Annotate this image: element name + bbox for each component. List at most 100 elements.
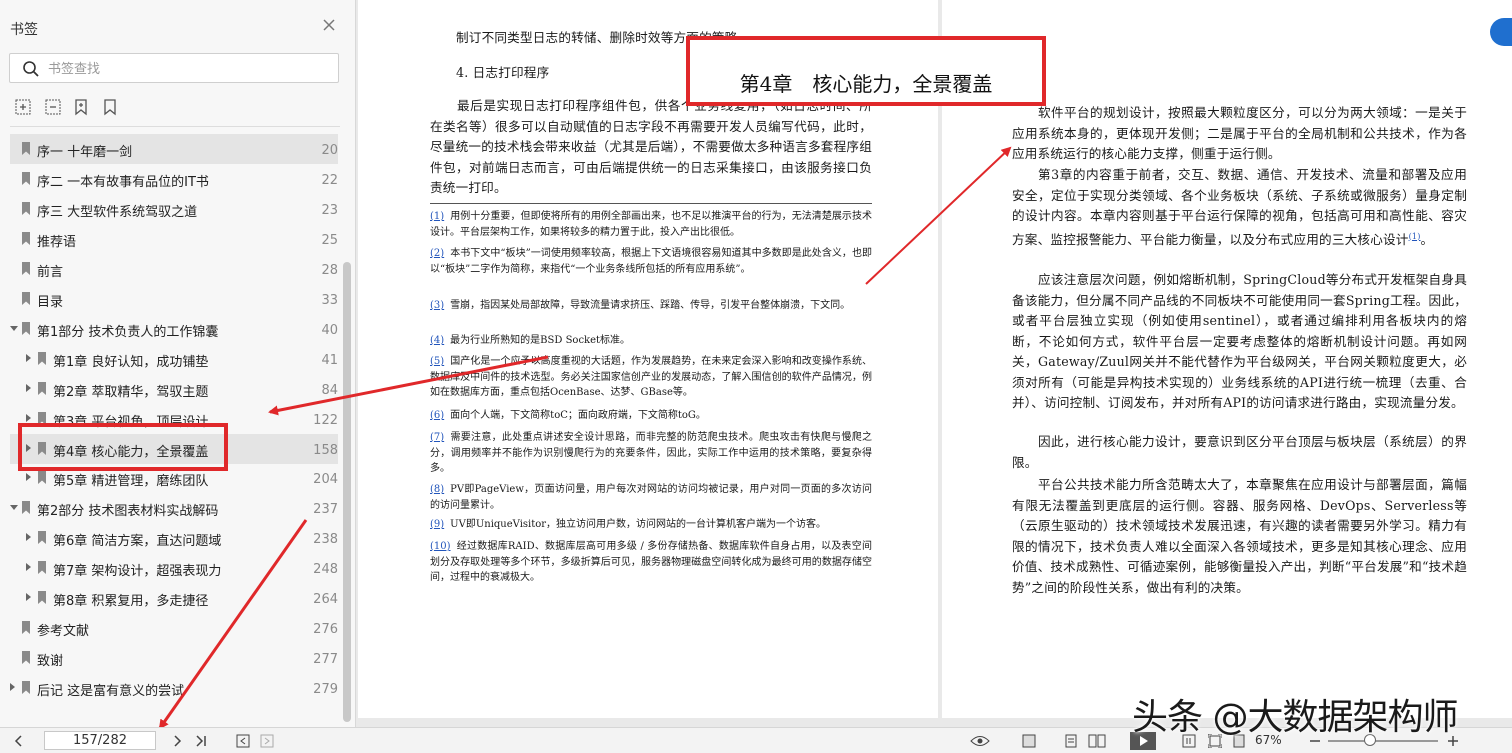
footnote-number-link[interactable]: (6) (430, 410, 444, 421)
footnote-text: 国产化是一个应予以高度重视的大话题，作为发展趋势，在未来定会深入影响和改变操作系… (430, 356, 872, 398)
collapse-arrow-icon[interactable] (10, 325, 18, 331)
watermark: 头条 @大数据架构师 (1132, 697, 1458, 738)
bookmark-search-box[interactable] (9, 53, 339, 83)
bookmark-item[interactable]: 第8章 积累复用，多走捷径 264 (10, 583, 338, 613)
footnote: (1) 用例十分重要，但即使将所有的用例全部画出来，也不足以推演平台的行为，无法清… (430, 209, 872, 240)
expand-all-icon[interactable] (14, 98, 32, 116)
bookmark-item[interactable]: 后记 这是富有意义的尝试 279 (10, 673, 338, 703)
bookmark-flag-icon (22, 291, 30, 305)
bookmark-label: 第2章 萃取精华，驾驭主题 (53, 384, 209, 400)
footnote-number-link[interactable]: (1) (430, 211, 444, 222)
forward-icon[interactable] (260, 734, 274, 748)
bookmark-page-number: 41 (321, 352, 338, 368)
footnote-text: 用例十分重要，但即使将所有的用例全部画出来，也不足以推演平台的行为，无法清楚展示… (430, 211, 872, 238)
bookmark-item[interactable]: 参考文献 276 (10, 613, 338, 643)
divider (10, 126, 340, 127)
expand-arrow-icon[interactable] (26, 353, 31, 362)
bookmark-item[interactable]: 第6章 简洁方案，直达问题域 238 (10, 523, 338, 553)
footnote: (6) 面向个人端，下文简称toC；面向政府端，下文简称toG。 (430, 408, 872, 424)
expand-arrow-icon[interactable] (26, 563, 31, 572)
footnote: (9) UV即UniqueVisitor，独立访问用户数，访问网站的一台计算机客户… (430, 517, 872, 533)
bookmark-item[interactable]: 序二 一本有故事有品位的IT书 22 (10, 164, 338, 194)
footnote-text: 最为行业所熟知的是BSD Socket标准。 (450, 335, 631, 346)
previous-page-icon[interactable] (12, 734, 26, 748)
paragraph: 平台公共技术能力所含范畴太大了，本章聚焦在应用设计与部署层面，篇幅有限无法覆盖到… (1012, 477, 1467, 595)
bookmark-page-number: 204 (313, 472, 338, 488)
bookmark-flag-icon (22, 171, 30, 185)
bookmark-label: 第6章 简洁方案，直达问题域 (53, 534, 222, 550)
bookmark-item[interactable]: 目录 33 (10, 284, 338, 314)
continuous-view-icon[interactable] (1064, 734, 1078, 748)
expand-arrow-icon[interactable] (26, 533, 31, 542)
expand-arrow-icon[interactable] (26, 593, 31, 602)
zoom-slider[interactable] (1328, 740, 1438, 742)
collapse-all-icon[interactable] (44, 98, 62, 116)
side-badge[interactable] (1490, 18, 1512, 46)
pdf-page-left: 制订不同类型日志的转储、删除时效等方面的策略。 4. 日志打印程序 最后是实现日… (358, 0, 938, 718)
page-number-field[interactable]: 157/282 (44, 731, 156, 750)
footnote-text: 面向个人端，下文简称toC；面向政府端，下文简称toG。 (450, 410, 706, 421)
bookmark-label: 序二 一本有故事有品位的IT书 (37, 174, 209, 190)
bookmark-item[interactable]: 第2章 萃取精华，驾驭主题 84 (10, 374, 338, 404)
eye-protection-icon[interactable] (970, 734, 990, 748)
expand-arrow-icon[interactable] (10, 683, 15, 692)
last-page-icon[interactable] (194, 734, 208, 748)
back-icon[interactable] (236, 734, 250, 748)
bookmark-search-input[interactable] (46, 58, 330, 80)
bookmark-panel: 书签 序一 十年磨一剑 20 序二 一本有故事有品位的IT书 22 序三 大型软件系统驾… (0, 0, 356, 727)
bookmark-flag-icon (38, 591, 46, 605)
expand-arrow-icon[interactable] (26, 473, 31, 482)
bookmark-item[interactable]: 第1章 良好认知，成功铺垫 41 (10, 344, 338, 374)
footnote-number-link[interactable]: (4) (430, 335, 444, 346)
footnote: (8) PV即PageView，页面访问量，用户每次对网站的访问均被记录，用户对同… (430, 482, 872, 513)
bookmark-flag-icon (22, 321, 30, 335)
bookmark-page-number: 84 (321, 382, 338, 398)
footnote-link[interactable]: (1) (1409, 232, 1421, 241)
expand-arrow-icon[interactable] (26, 383, 31, 392)
bookmark-page-number: 25 (321, 232, 338, 248)
bookmark-icon[interactable] (101, 98, 119, 116)
footnote-text: 本书下文中“板块”一词使用频率较高，根据上下文语境很容易知道其中多数即是此处含义… (430, 248, 872, 275)
bookmark-page-number: 23 (321, 202, 338, 218)
document-viewport[interactable]: 制订不同类型日志的转储、删除时效等方面的策略。 4. 日志打印程序 最后是实现日… (356, 0, 1512, 727)
bookmark-flag-icon (22, 681, 30, 695)
close-icon[interactable] (320, 16, 338, 34)
footnote-number-link[interactable]: (10) (430, 541, 451, 552)
two-page-view-icon[interactable] (1088, 734, 1106, 748)
bookmark-label: 序三 大型软件系统驾驭之道 (37, 204, 198, 220)
add-bookmark-icon[interactable] (72, 98, 90, 116)
bookmark-item[interactable]: 推荐语 25 (10, 224, 338, 254)
collapse-arrow-icon[interactable] (10, 505, 18, 511)
single-page-view-icon[interactable] (1020, 734, 1038, 748)
bookmark-item[interactable]: 第1部分 技术负责人的工作锦囊 40 (10, 314, 338, 344)
footnote-number-link[interactable]: (5) (430, 356, 444, 367)
paragraph: 第3章的内容重于前者，交互、数据、通信、开发技术、流量和部署及应用安全，定位于实… (1012, 167, 1467, 247)
expand-arrow-icon[interactable] (26, 413, 31, 422)
bookmark-item[interactable]: 前言 28 (10, 254, 338, 284)
next-page-icon[interactable] (170, 734, 184, 748)
bookmark-flag-icon (38, 531, 46, 545)
footnote-number-link[interactable]: (2) (430, 248, 444, 259)
bookmark-item[interactable]: 序三 大型软件系统驾驭之道 23 (10, 194, 338, 224)
paragraph: 应该注意层次问题，例如熔断机制，SpringCloud等分布式开发框架自身具备该… (1012, 272, 1467, 410)
bookmark-item[interactable]: 第2部分 技术图表材料实战解码 237 (10, 493, 338, 523)
bookmark-item[interactable]: 序一 十年磨一剑 20 (10, 134, 338, 164)
footnote-number-link[interactable]: (3) (430, 300, 444, 311)
bookmark-item[interactable]: 致谢 277 (10, 643, 338, 673)
sidebar-scrollbar[interactable] (343, 262, 351, 722)
bookmark-flag-icon (38, 381, 46, 395)
bookmark-flag-icon (38, 561, 46, 575)
footnote-number-link[interactable]: (9) (430, 519, 444, 530)
bookmark-flag-icon (38, 471, 46, 485)
footnote-number-link[interactable]: (8) (430, 484, 444, 495)
pdf-page-right: 软件平台的规划设计，按照最大颗粒度区分，可以分为两大领域：一是关于应用系统本身的… (942, 0, 1512, 718)
bookmark-page-number: 122 (313, 412, 338, 428)
bookmark-page-number: 22 (321, 172, 338, 188)
footnote-number-link[interactable]: (7) (430, 432, 444, 443)
bookmark-flag-icon (22, 501, 30, 515)
bookmark-flag-icon (22, 651, 30, 665)
bookmark-label: 目录 (37, 294, 64, 310)
bookmark-label: 第1章 良好认知，成功铺垫 (53, 354, 209, 370)
bookmark-page-number: 277 (313, 652, 338, 668)
bookmark-item[interactable]: 第7章 架构设计，超强表现力 248 (10, 553, 338, 583)
